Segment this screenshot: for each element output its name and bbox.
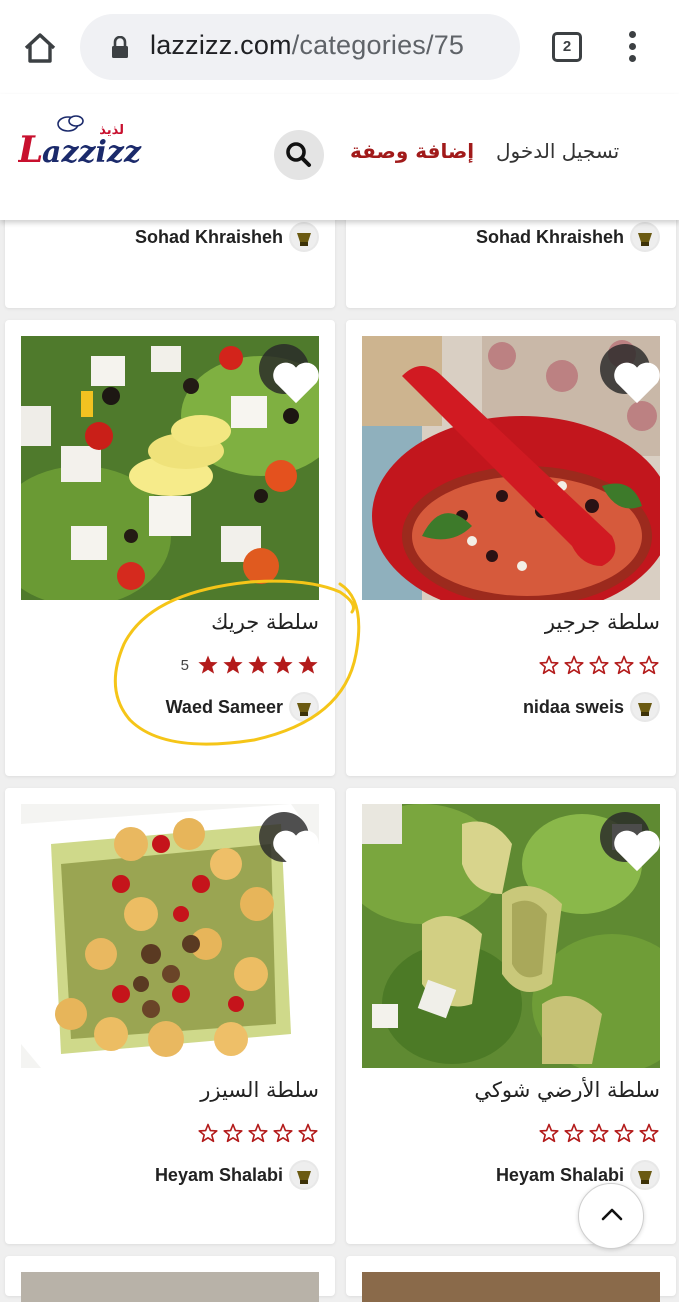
url-host: lazzizz.com: [150, 30, 292, 60]
home-icon[interactable]: [20, 28, 60, 68]
star-outline-icon[interactable]: [563, 1122, 585, 1144]
chevron-up-icon: [601, 1208, 623, 1221]
recipe-card[interactable]: سلطة جرجير nidaa sweis: [346, 320, 676, 776]
author-avatar: [630, 1160, 660, 1190]
recipe-author: Waed Sameer: [166, 692, 319, 722]
star-outline-icon[interactable]: [638, 1122, 660, 1144]
star-outline-icon[interactable]: [197, 1122, 219, 1144]
star-outline-icon[interactable]: [563, 654, 585, 676]
author-avatar: [630, 222, 660, 252]
star-outline-icon[interactable]: [247, 1122, 269, 1144]
star-outline-icon[interactable]: [588, 654, 610, 676]
author-name[interactable]: nidaa sweis: [523, 697, 624, 718]
favorite-button[interactable]: [600, 812, 660, 872]
star-icon[interactable]: [247, 654, 269, 676]
author-avatar: [630, 692, 660, 722]
star-outline-icon[interactable]: [538, 654, 560, 676]
recipe-card[interactable]: سلطة جريك 5 Waed Sameer: [5, 320, 335, 776]
recipe-card-partial-bottom-left[interactable]: [5, 1256, 335, 1302]
browser-toolbar: lazzizz.com/categories/75 2: [0, 0, 679, 94]
recipe-author: Sohad Khraisheh: [135, 222, 319, 252]
heart-icon: [614, 830, 660, 872]
recipe-title[interactable]: سلطة السيزر: [200, 1078, 319, 1102]
heart-icon: [273, 830, 319, 872]
address-bar[interactable]: lazzizz.com/categories/75: [80, 14, 520, 80]
recipe-photo[interactable]: [21, 336, 319, 600]
author-name[interactable]: Sohad Khraisheh: [135, 227, 283, 248]
rating-stars: [538, 1122, 660, 1144]
recipe-photo[interactable]: [21, 804, 319, 1068]
recipe-title[interactable]: سلطة جرجير: [545, 610, 660, 634]
more-vert-icon[interactable]: [620, 30, 644, 64]
lock-icon: [110, 35, 130, 58]
star-outline-icon[interactable]: [613, 1122, 635, 1144]
favorite-button[interactable]: [259, 812, 319, 872]
login-link[interactable]: تسجيل الدخول: [496, 139, 619, 163]
recipe-card[interactable]: سلطة الأرضي شوكي Heyam Shalabi: [346, 788, 676, 1244]
recipe-photo[interactable]: [362, 336, 660, 600]
recipe-author: Heyam Shalabi: [155, 1160, 319, 1190]
heart-icon: [614, 362, 660, 404]
author-name[interactable]: Heyam Shalabi: [155, 1165, 283, 1186]
scroll-to-top-button[interactable]: [578, 1183, 644, 1249]
recipe-title[interactable]: سلطة جريك: [211, 610, 319, 634]
author-name[interactable]: Waed Sameer: [166, 697, 283, 718]
recipe-photo[interactable]: [21, 1272, 319, 1302]
author-avatar: [289, 692, 319, 722]
star-outline-icon[interactable]: [588, 1122, 610, 1144]
star-outline-icon[interactable]: [272, 1122, 294, 1144]
star-outline-icon[interactable]: [297, 1122, 319, 1144]
rating-count: 5: [180, 656, 189, 674]
tab-switcher-button[interactable]: 2: [552, 32, 582, 62]
recipe-photo[interactable]: [362, 804, 660, 1068]
star-icon[interactable]: [297, 654, 319, 676]
author-avatar: [289, 222, 319, 252]
star-outline-icon[interactable]: [638, 654, 660, 676]
recipe-title[interactable]: سلطة الأرضي شوكي: [474, 1078, 660, 1102]
author-name[interactable]: Heyam Shalabi: [496, 1165, 624, 1186]
search-icon: [286, 142, 311, 167]
star-outline-icon[interactable]: [222, 1122, 244, 1144]
recipe-photo[interactable]: [362, 1272, 660, 1302]
add-recipe-link[interactable]: إضافة وصفة: [350, 139, 474, 163]
recipe-author: Heyam Shalabi: [496, 1160, 660, 1190]
recipe-author: nidaa sweis: [523, 692, 660, 722]
star-icon[interactable]: [197, 654, 219, 676]
url-text: lazzizz.com/categories/75: [150, 30, 464, 61]
svg-text:azzizz: azzizz: [42, 135, 142, 170]
rating-stars: [538, 654, 660, 676]
site-header: لذيذ L azzizz إضافة وصفة تسجيل الدخول: [0, 94, 679, 220]
author-name[interactable]: Sohad Khraisheh: [476, 227, 624, 248]
url-path: /categories/75: [291, 30, 465, 60]
favorite-button[interactable]: [600, 344, 660, 404]
star-outline-icon[interactable]: [538, 1122, 560, 1144]
recipe-card-partial-bottom-right[interactable]: [346, 1256, 676, 1302]
recipe-card[interactable]: سلطة السيزر Heyam Shalabi: [5, 788, 335, 1244]
search-button[interactable]: [274, 130, 324, 180]
star-icon[interactable]: [222, 654, 244, 676]
site-logo[interactable]: لذيذ L azzizz: [17, 114, 158, 176]
rating-stars: [197, 1122, 319, 1144]
svg-text:L: L: [18, 129, 43, 171]
favorite-button[interactable]: [259, 344, 319, 404]
star-icon[interactable]: [272, 654, 294, 676]
star-outline-icon[interactable]: [613, 654, 635, 676]
recipe-author: Sohad Khraisheh: [476, 222, 660, 252]
author-avatar: [289, 1160, 319, 1190]
heart-icon: [273, 362, 319, 404]
rating-stars: 5: [181, 654, 319, 676]
